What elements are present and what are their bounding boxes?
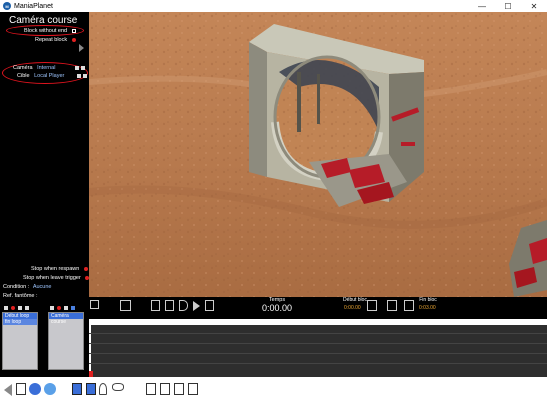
paste-icon[interactable] <box>71 306 75 310</box>
back-icon[interactable] <box>4 384 12 396</box>
timeline-track[interactable] <box>89 319 547 377</box>
delete-icon[interactable] <box>11 306 15 310</box>
globe-icon[interactable] <box>29 383 41 395</box>
timeline-panel: Temps 0:00.00 Début bloc 0:00.00 Fin blo… <box>0 297 547 377</box>
track-tools-right <box>50 306 75 310</box>
camera-label: Caméra <box>13 65 33 71</box>
add-icon[interactable] <box>50 306 54 310</box>
target-field[interactable]: Cible Local Player <box>17 73 87 79</box>
list-icon[interactable] <box>188 383 198 395</box>
save-icon[interactable] <box>16 383 26 395</box>
window-title: ManiaPlanet <box>14 2 53 10</box>
skip-start-icon[interactable] <box>151 300 160 311</box>
checkmark-icon <box>71 28 76 33</box>
camera-icon[interactable] <box>112 383 124 391</box>
block-end-label: Fin bloc <box>419 297 437 303</box>
edit-icon[interactable] <box>76 73 81 78</box>
time-ruler[interactable] <box>89 319 547 325</box>
layout-icon[interactable] <box>72 383 82 395</box>
world-icon[interactable] <box>44 383 56 395</box>
minimize-button[interactable]: — <box>469 0 495 12</box>
lock-icon[interactable] <box>82 73 87 78</box>
clip-list[interactable]: Caméra course <box>48 312 84 370</box>
stop-when-respawn-option[interactable]: Stop when respawn <box>31 266 88 272</box>
toggle-dot-icon <box>71 37 76 42</box>
camera-clip-icon[interactable] <box>146 383 156 395</box>
lightbulb-icon[interactable] <box>99 383 107 395</box>
edit-icon[interactable] <box>74 65 79 70</box>
lock-icon[interactable] <box>80 65 85 70</box>
crop-icon[interactable] <box>387 300 397 311</box>
up-icon[interactable] <box>18 306 22 310</box>
list-item[interactable]: Caméra course <box>49 313 83 325</box>
clip-properties-panel: Caméra course Block without end Repeat b… <box>0 12 90 300</box>
bottom-toolbar <box>0 377 547 400</box>
layout-alt-icon[interactable] <box>86 383 96 395</box>
stop-when-leave-trigger-label: Stop when leave trigger <box>23 275 81 281</box>
condition-field[interactable]: Condition : Aucune <box>3 284 51 290</box>
track-tools-left <box>4 306 29 310</box>
toggle-dot-icon <box>83 266 88 271</box>
stop-when-respawn-label: Stop when respawn <box>31 266 80 272</box>
stop-when-leave-trigger-option[interactable]: Stop when leave trigger <box>23 275 90 281</box>
viewport-scene <box>89 12 547 297</box>
camera-value: Internal <box>37 65 56 71</box>
close-button[interactable]: ✕ <box>521 0 547 12</box>
repeat-block-label: Repeat block <box>35 37 68 43</box>
app-logo-icon: M <box>3 2 11 10</box>
trigger-list[interactable]: Début loop fin loop <box>2 312 38 370</box>
play-triangle-icon[interactable] <box>79 44 84 52</box>
condition-label: Condition : <box>3 284 30 290</box>
3d-viewport[interactable] <box>89 12 547 297</box>
delete-icon[interactable] <box>57 306 61 310</box>
split-icon[interactable] <box>160 383 170 395</box>
add-icon[interactable] <box>4 306 8 310</box>
resize-icon[interactable] <box>90 300 99 309</box>
stop-icon[interactable] <box>165 300 174 311</box>
curve-icon[interactable] <box>174 383 184 395</box>
repeat-block-option[interactable]: Repeat block <box>35 37 76 43</box>
block-start-value[interactable]: 0:00.00 <box>344 305 361 311</box>
block-without-end-label: Block without end <box>24 28 68 34</box>
frame-icon[interactable] <box>120 300 131 311</box>
maximize-button[interactable]: ☐ <box>495 0 521 12</box>
title-bar: M ManiaPlanet — ☐ ✕ <box>0 0 547 12</box>
camera-field[interactable]: Caméra Internal <box>13 65 85 71</box>
copy-icon[interactable] <box>64 306 68 310</box>
skip-end-icon[interactable] <box>205 300 214 311</box>
block-end-value[interactable]: 0:03.00 <box>419 305 436 311</box>
down-icon[interactable] <box>25 306 29 310</box>
condition-value: Aucune <box>32 284 52 290</box>
target-label: Cible <box>17 73 30 79</box>
set-start-icon[interactable] <box>367 300 377 311</box>
play-icon[interactable] <box>179 300 188 311</box>
time-value: 0:00.00 <box>261 303 293 313</box>
block-without-end-option[interactable]: Block without end <box>24 28 76 34</box>
step-forward-icon[interactable] <box>193 301 200 311</box>
playback-controls <box>151 300 214 311</box>
target-value: Local Player <box>34 73 65 79</box>
list-item[interactable]: fin loop <box>3 319 37 325</box>
